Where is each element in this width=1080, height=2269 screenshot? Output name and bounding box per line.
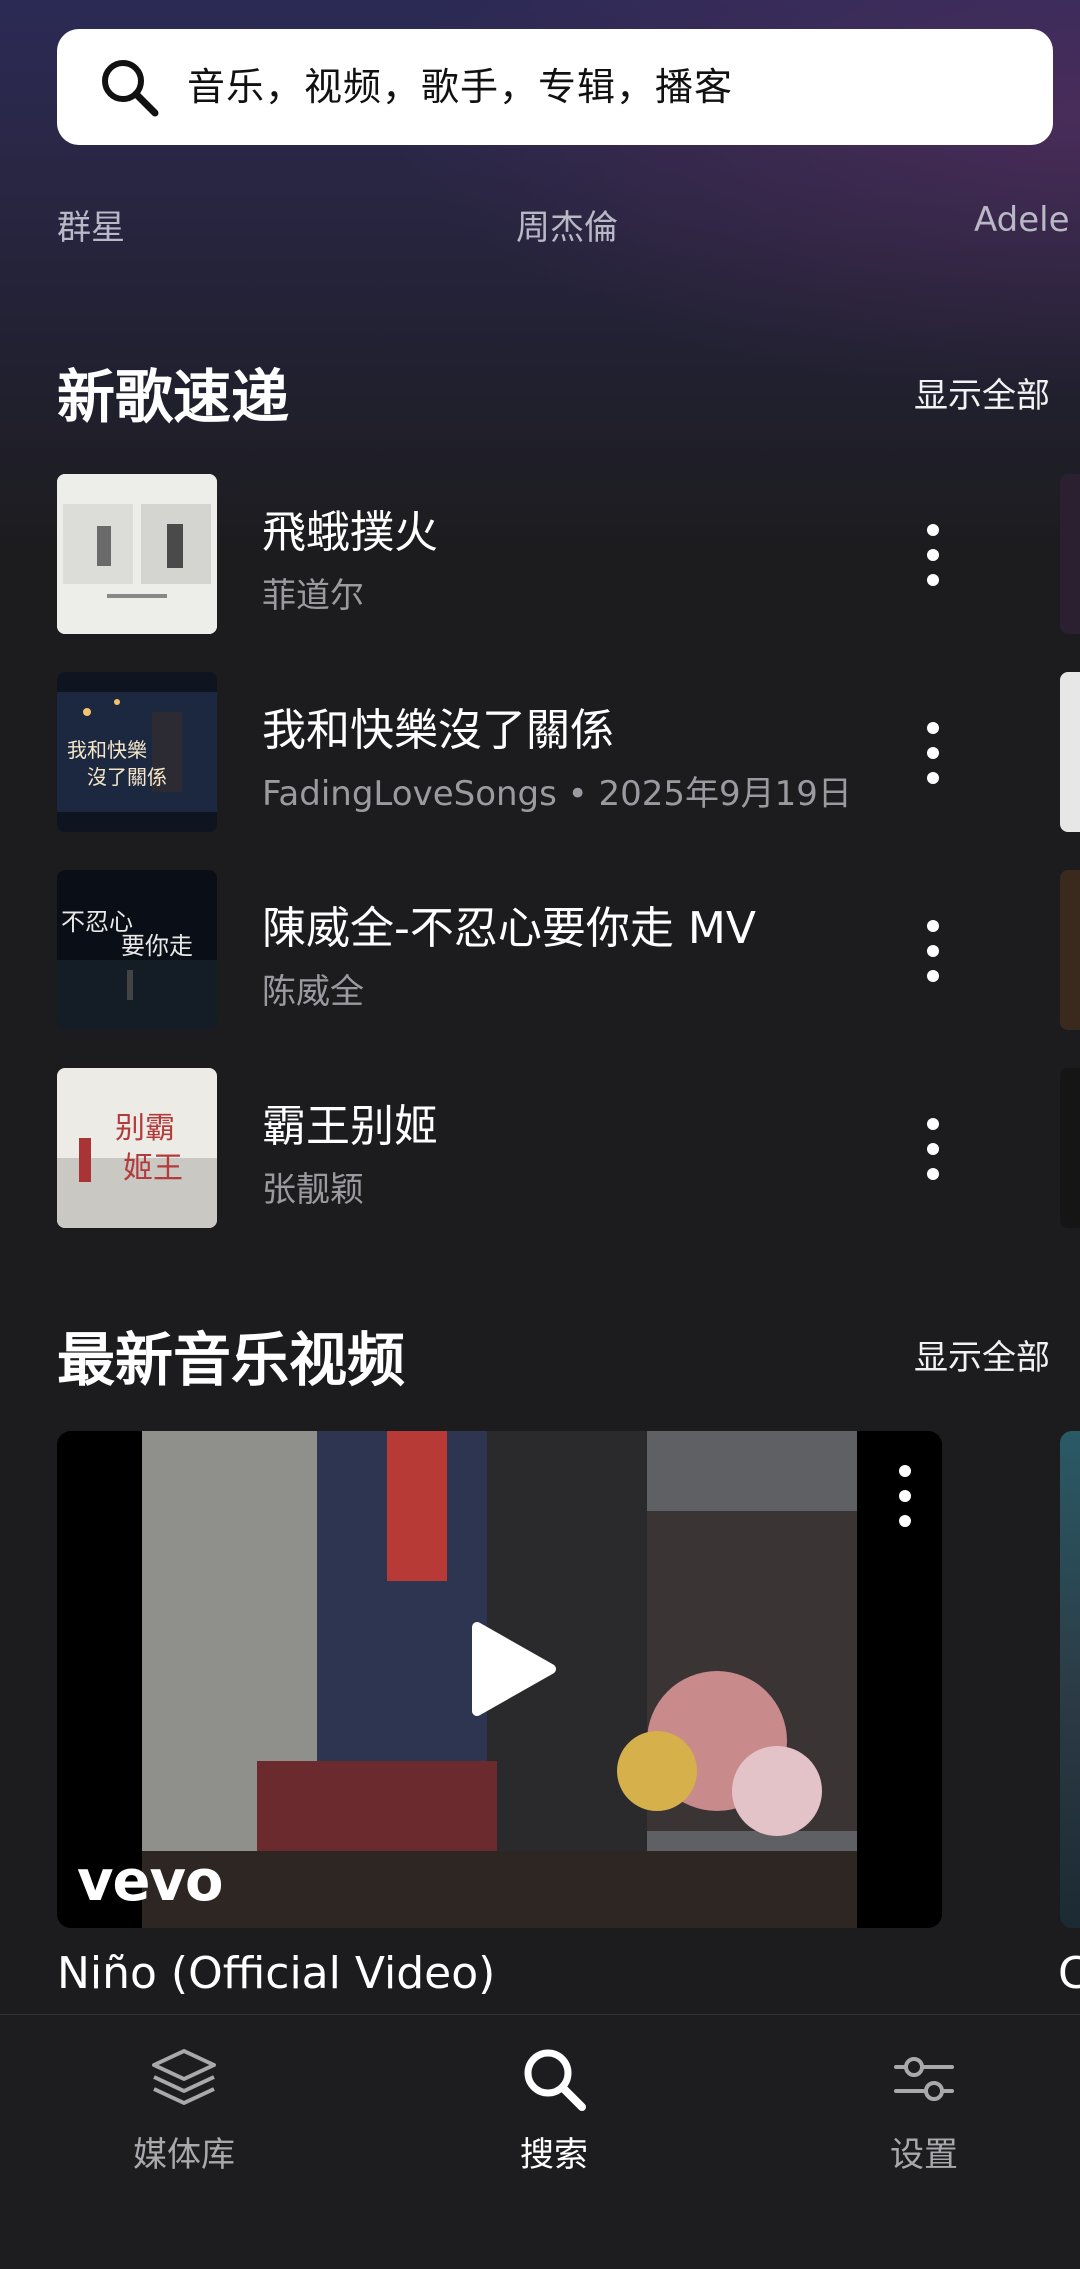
song-artwork: 我和快樂 沒了關係 bbox=[57, 672, 217, 832]
song-artist: 菲道尔 bbox=[262, 576, 364, 616]
svg-text:要你走: 要你走 bbox=[121, 932, 193, 960]
song-row[interactable]: 我和快樂 沒了關係 我和快樂沒了關係 FadingLoveSongs • 202… bbox=[57, 672, 1080, 832]
tab-label: 搜索 bbox=[520, 2135, 588, 2175]
tab-label: 媒体库 bbox=[133, 2135, 235, 2175]
next-song-artwork[interactable] bbox=[1060, 474, 1080, 634]
song-artist: 陈威全 bbox=[262, 972, 364, 1012]
artist-name[interactable]: 周杰倫 bbox=[516, 200, 618, 249]
videos-show-all-button[interactable]: 显示全部 bbox=[914, 1330, 1050, 1379]
svg-text:沒了關係: 沒了關係 bbox=[87, 765, 167, 789]
song-artwork: 不忍心 要你走 bbox=[57, 870, 217, 1030]
search-bar[interactable]: 音乐，视频，歌手，专辑，播客 bbox=[57, 29, 1053, 145]
tab-settings[interactable]: 设置 bbox=[824, 2015, 1024, 2215]
song-row[interactable]: 飛蛾撲火 菲道尔 bbox=[57, 474, 1080, 634]
more-icon[interactable] bbox=[915, 1114, 951, 1184]
svg-text:我和快樂: 我和快樂 bbox=[67, 738, 147, 762]
more-icon[interactable] bbox=[887, 1461, 923, 1531]
next-video-title: C bbox=[1058, 1948, 1080, 1999]
video-title: Niño (Official Video) bbox=[57, 1948, 496, 1999]
svg-text:姬王: 姬王 bbox=[123, 1151, 183, 1186]
next-song-artwork[interactable] bbox=[1060, 870, 1080, 1030]
next-song-artwork[interactable] bbox=[1060, 672, 1080, 832]
search-icon bbox=[102, 60, 159, 117]
song-row[interactable]: 不忍心 要你走 陳威全-不忍心要你走 MV 陈威全 bbox=[57, 870, 1080, 1030]
song-artwork bbox=[57, 474, 217, 634]
song-title: 陳威全-不忍心要你走 MV bbox=[262, 903, 756, 954]
artist-name[interactable]: 群星 bbox=[57, 200, 125, 249]
new-songs-title: 新歌速递 bbox=[57, 363, 290, 431]
artist-name[interactable]: Adele bbox=[974, 200, 1070, 240]
artist-row: 群星 周杰倫 Adele bbox=[0, 200, 1080, 250]
song-row[interactable]: 别霸 姬王 霸王别姬 张靓颖 bbox=[57, 1068, 1080, 1228]
more-icon[interactable] bbox=[915, 916, 951, 986]
tab-library[interactable]: 媒体库 bbox=[84, 2015, 284, 2215]
new-songs-show-all-button[interactable]: 显示全部 bbox=[914, 368, 1050, 417]
tab-label: 设置 bbox=[890, 2135, 958, 2175]
next-video-card[interactable] bbox=[1060, 1431, 1080, 1928]
vevo-logo: vevo bbox=[77, 1849, 223, 1914]
svg-text:别霸: 别霸 bbox=[115, 1111, 175, 1146]
sliders-icon bbox=[894, 2057, 954, 2101]
next-song-artwork[interactable] bbox=[1060, 1068, 1080, 1228]
tab-bar: 媒体库 搜索 设置 bbox=[0, 2014, 1080, 2269]
song-artist: 张靓颖 bbox=[262, 1170, 364, 1210]
song-artwork: 别霸 姬王 bbox=[57, 1068, 217, 1228]
layers-icon bbox=[152, 2049, 216, 2105]
song-artist: FadingLoveSongs • 2025年9月19日 bbox=[262, 774, 852, 814]
videos-title: 最新音乐视频 bbox=[57, 1326, 406, 1394]
tab-search[interactable]: 搜索 bbox=[454, 2015, 654, 2215]
more-icon[interactable] bbox=[915, 718, 951, 788]
play-icon[interactable] bbox=[455, 1615, 563, 1723]
song-title: 我和快樂沒了關係 bbox=[262, 705, 614, 756]
more-icon[interactable] bbox=[915, 520, 951, 590]
search-placeholder: 音乐，视频，歌手，专辑，播客 bbox=[187, 65, 734, 109]
song-title: 飛蛾撲火 bbox=[262, 507, 438, 558]
video-card[interactable]: vevo bbox=[57, 1431, 942, 1928]
search-icon bbox=[524, 2049, 586, 2111]
song-title: 霸王别姬 bbox=[262, 1101, 438, 1152]
